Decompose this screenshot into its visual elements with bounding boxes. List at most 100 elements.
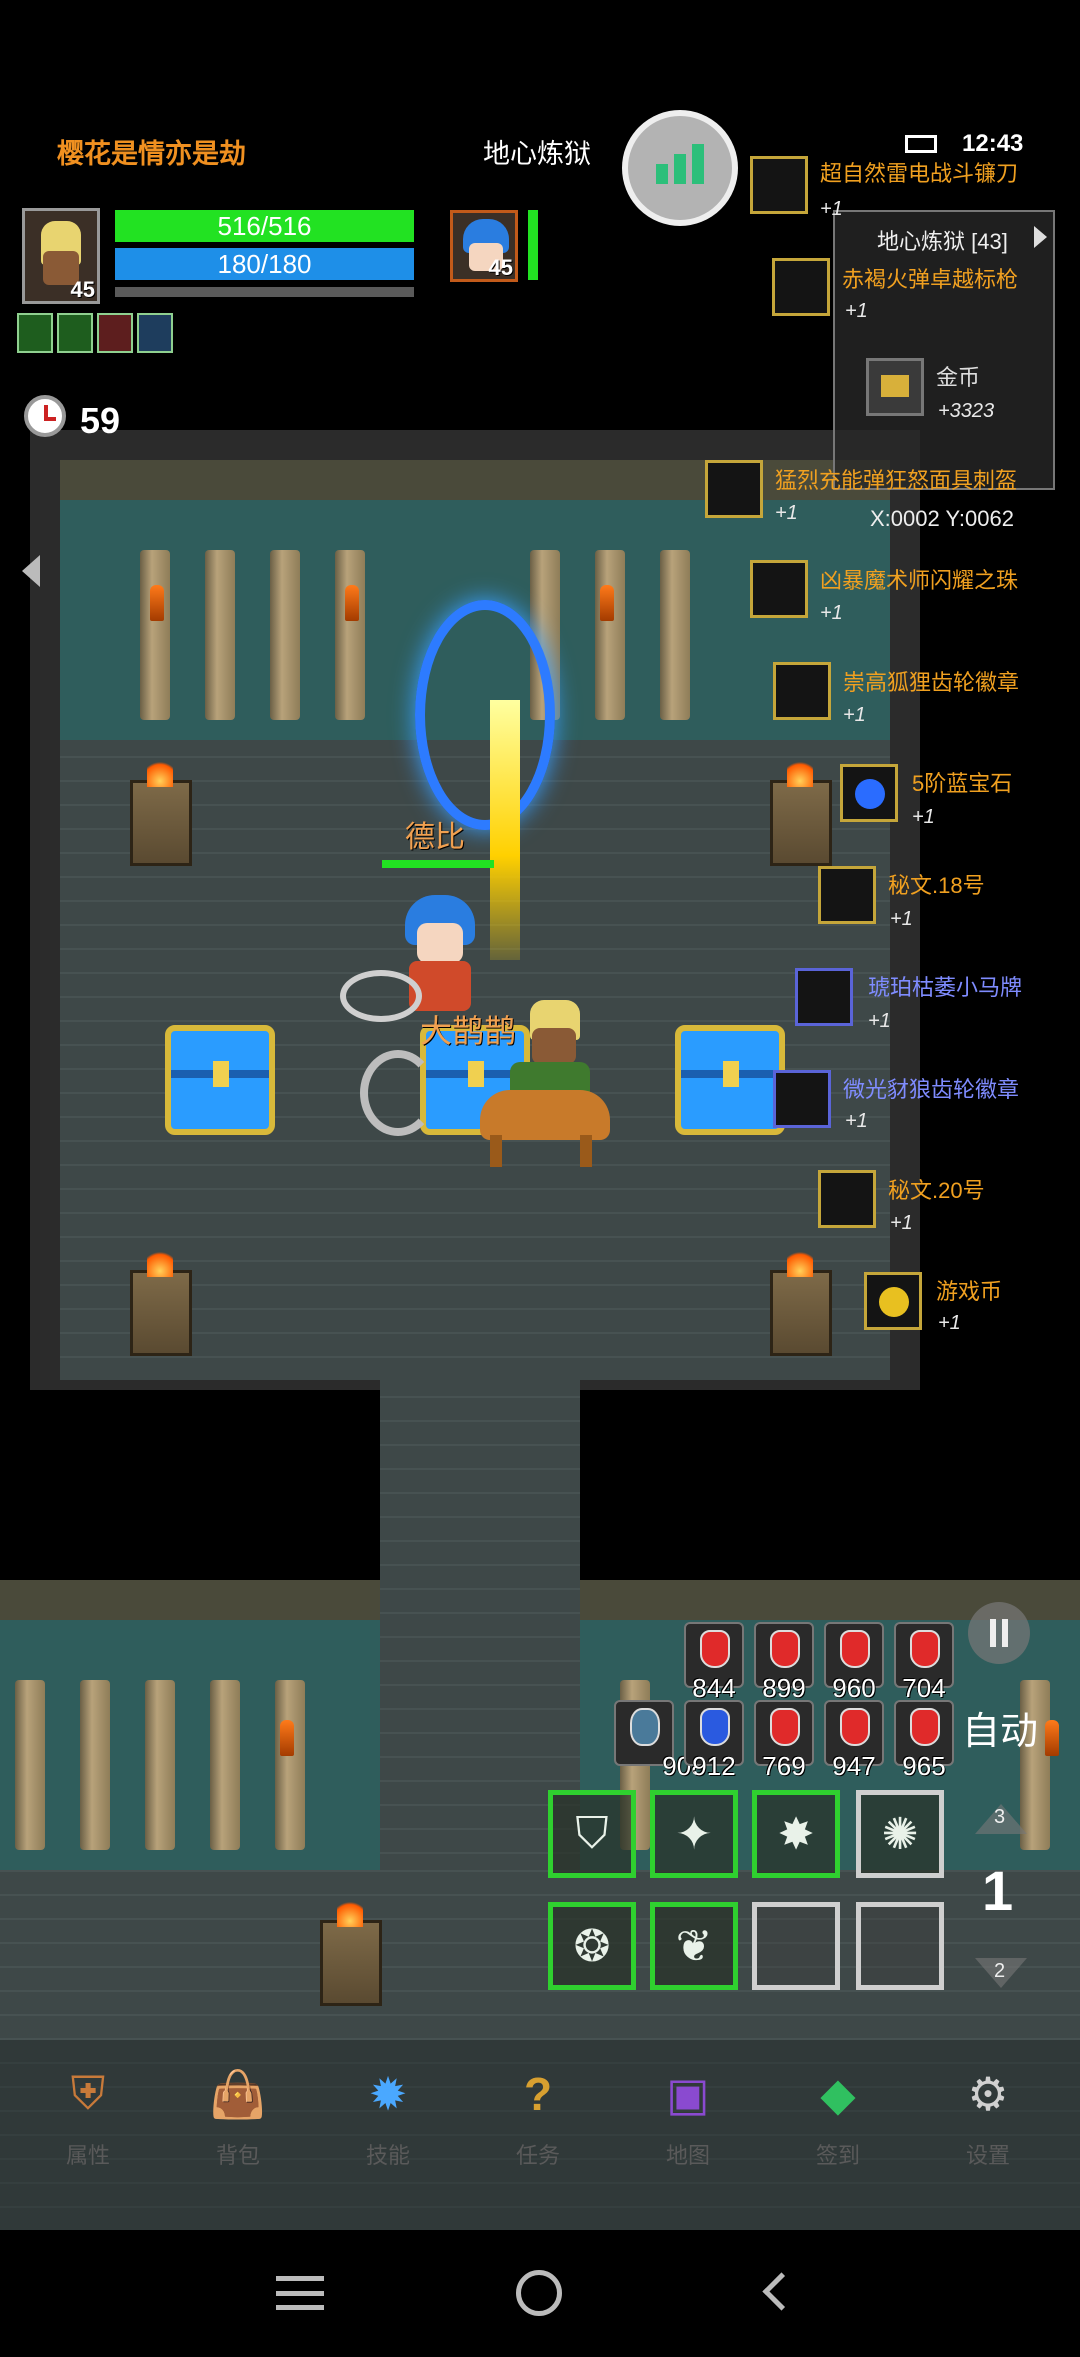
sapphire-icon xyxy=(840,764,898,822)
pet-portrait[interactable]: 45 xyxy=(450,210,518,282)
skill-page-up-label: 3 xyxy=(994,1806,1006,1828)
expand-left-arrow-icon[interactable] xyxy=(22,555,40,587)
potion-count: 769 xyxy=(762,1751,806,1781)
silver-ring-prop xyxy=(360,1050,436,1136)
clock-time: 12:43 xyxy=(962,130,1024,157)
brazier xyxy=(770,757,832,866)
wall-torch xyxy=(600,585,614,621)
timer-value: 59 xyxy=(80,400,121,441)
gear-icon[interactable]: ⚙ xyxy=(956,2062,1020,2126)
pillar xyxy=(145,1680,175,1850)
pause-icon xyxy=(990,1619,1008,1647)
skill-page-down-label: 2 xyxy=(994,1960,1006,1982)
pillar xyxy=(660,550,690,720)
hp-potion-slot[interactable]: 844 xyxy=(684,1622,744,1703)
minimap-title: 地心炼狱 [43] xyxy=(877,229,1008,254)
pause-button[interactable] xyxy=(968,1602,1030,1664)
treasure-chest[interactable] xyxy=(165,1025,275,1135)
pillar xyxy=(205,550,235,720)
skill-gem-icon[interactable]: ✹ xyxy=(356,2062,420,2126)
buff-heart-icon[interactable] xyxy=(97,313,133,353)
wall-torch xyxy=(1045,1720,1059,1756)
skill-shield-button[interactable]: ⛉ xyxy=(548,1790,636,1878)
pillar xyxy=(80,1680,110,1850)
exp-bar xyxy=(115,287,414,297)
network-signal-button[interactable] xyxy=(622,110,738,226)
fish-item-slot[interactable]: 908 xyxy=(614,1700,706,1781)
menu-icon[interactable] xyxy=(276,2276,324,2310)
signal-bar-icon xyxy=(674,154,686,184)
blue-portal[interactable] xyxy=(415,600,555,830)
nav-label-bag: 背包 xyxy=(215,2143,260,2168)
light-beam xyxy=(490,700,520,960)
home-icon[interactable] xyxy=(516,2270,562,2316)
gear-badge-icon xyxy=(773,662,831,720)
hp-potion-slot[interactable]: 704 xyxy=(894,1622,954,1703)
pet-level: 45 xyxy=(488,255,513,280)
brazier xyxy=(130,1247,192,1356)
nav-label-settings: 设置 xyxy=(965,2143,1010,2168)
loot-item-qty: +1 xyxy=(868,1010,891,1032)
mp-potion-slot[interactable]: 912 xyxy=(684,1700,744,1781)
skill-whirl-button[interactable]: ✦ xyxy=(650,1790,738,1878)
gem-icon[interactable]: ◆ xyxy=(806,2062,870,2126)
gold-coin-icon xyxy=(866,358,924,416)
minimap-panel[interactable]: 地心炼狱 [43] xyxy=(833,210,1055,490)
buff-shield-icon[interactable] xyxy=(17,313,53,353)
player-character[interactable] xyxy=(470,1000,620,1170)
loot-item-qty: +1 xyxy=(845,1110,868,1132)
skill-feather-button[interactable]: ❦ xyxy=(650,1902,738,1990)
gear-badge-icon xyxy=(773,1070,831,1128)
buff-mana-icon[interactable] xyxy=(137,313,173,353)
map-icon[interactable]: ▣ xyxy=(656,2062,720,2126)
potion-count: 947 xyxy=(832,1751,876,1781)
nav-label-checkin: 签到 xyxy=(815,2143,860,2168)
loot-item-name: 超自然雷电战斗镰刀 xyxy=(820,161,1019,186)
skill-burst-button[interactable]: ✸ xyxy=(752,1790,840,1878)
npc-hp-bar xyxy=(382,860,494,868)
skill-aura-button[interactable]: ❂ xyxy=(548,1902,636,1990)
hp-potion-slot[interactable]: 899 xyxy=(754,1622,814,1703)
loot-item-name: 秘文.20号 xyxy=(888,1178,985,1203)
empty-skill-slot[interactable] xyxy=(856,1902,944,1990)
hp-potion-slot[interactable]: 960 xyxy=(824,1622,884,1703)
hp-potion-slot[interactable]: 769 xyxy=(754,1700,814,1781)
treasure-chest[interactable] xyxy=(675,1025,785,1135)
mp-bar: 180/180 xyxy=(115,248,414,280)
loot-item-qty: +1 xyxy=(843,704,866,726)
bag-icon[interactable]: 👜 xyxy=(206,2062,270,2126)
buff-shield-icon[interactable] xyxy=(57,313,93,353)
pillar xyxy=(270,550,300,720)
skill-nova-button[interactable]: ✺ xyxy=(856,1790,944,1878)
empty-skill-slot[interactable] xyxy=(752,1902,840,1990)
wall-torch xyxy=(280,1720,294,1756)
loot-item-name: 赤褐火弹卓越标枪 xyxy=(842,267,1019,292)
minimap-expand-arrow-icon[interactable] xyxy=(1034,226,1047,248)
battery-icon xyxy=(905,135,937,153)
hp-bar: 516/516 xyxy=(115,210,414,242)
loot-item-name: 琥珀枯萎小马牌 xyxy=(868,975,1023,1000)
wall-torch xyxy=(345,585,359,621)
armor-icon[interactable]: ⛨ xyxy=(56,2062,120,2126)
hp-potion-slot[interactable]: 947 xyxy=(824,1700,884,1781)
loot-item-qty: +1 xyxy=(775,502,798,524)
brazier xyxy=(130,757,192,866)
pillar xyxy=(335,550,365,720)
signal-bar-icon xyxy=(656,164,668,184)
quest-icon[interactable]: ? xyxy=(506,2062,570,2126)
player-portrait[interactable]: 45 xyxy=(22,208,100,304)
loot-item-qty: +1 xyxy=(820,602,843,624)
brazier xyxy=(770,1247,832,1356)
loot-item-qty: +1 xyxy=(845,300,868,322)
loot-item-qty: +1 xyxy=(820,198,843,220)
wall-torch xyxy=(150,585,164,621)
loot-item-name: 崇高狐狸齿轮徽章 xyxy=(843,670,1020,695)
skill-page-current: 1 xyxy=(982,1859,1014,1922)
timer-clock-icon xyxy=(24,395,66,437)
spear-icon xyxy=(772,258,830,316)
map-coordinates: X:0002 Y:0062 xyxy=(870,506,1014,531)
auto-battle-button[interactable]: 自动 xyxy=(962,1700,1038,1755)
loot-item-qty: +1 xyxy=(912,806,935,828)
hp-potion-slot[interactable]: 965 xyxy=(894,1700,954,1781)
pillar xyxy=(140,550,170,720)
